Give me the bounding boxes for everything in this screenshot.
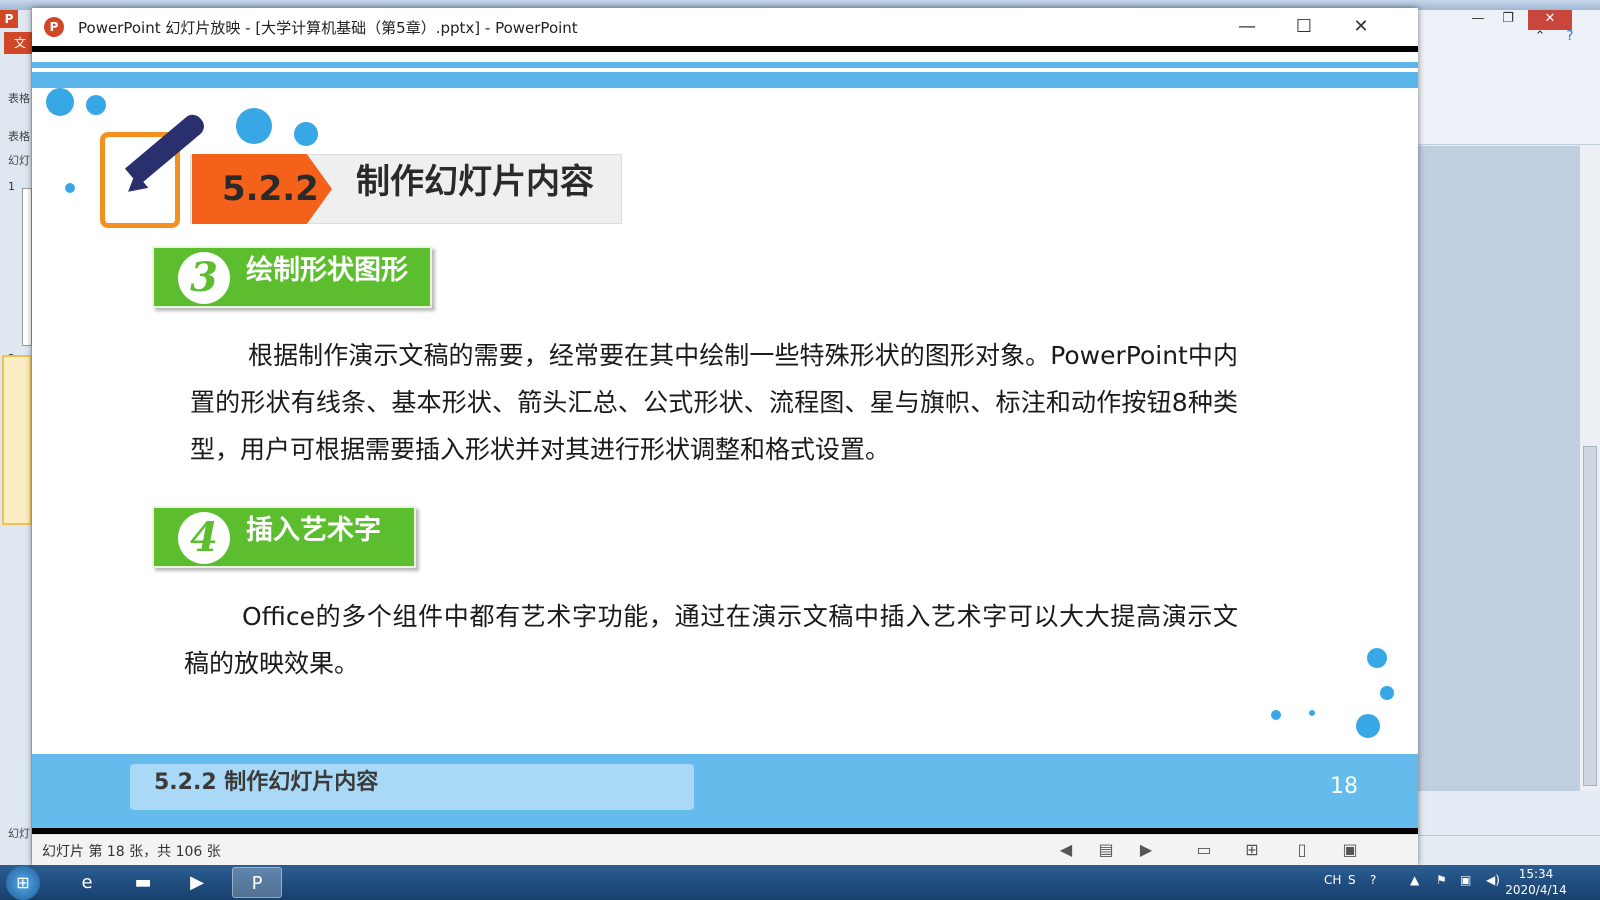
slide-thumbnail-selected[interactable] xyxy=(2,355,32,525)
powerpoint-taskbar-icon[interactable]: P xyxy=(232,867,282,898)
slide[interactable]: 5.2.2 制作幻灯片内容 3 绘制形状图形 根据制作演示文稿的需要，经常要在其… xyxy=(32,52,1418,828)
heading-title: 制作幻灯片内容 xyxy=(356,162,594,202)
slide-top-stripe xyxy=(32,62,1418,68)
editor-canvas xyxy=(1418,146,1580,791)
section-label: 插入艺术字 xyxy=(246,515,381,546)
powerpoint-app-icon: P xyxy=(0,10,18,28)
slideshow-view-icon[interactable]: ▣ xyxy=(1338,839,1362,861)
maximize-button[interactable]: ☐ xyxy=(1282,12,1326,42)
heading-number: 5.2.2 xyxy=(192,154,332,224)
menu-icon[interactable]: ▤ xyxy=(1094,839,1118,861)
editor-statusbar xyxy=(1418,835,1600,865)
section-badge-shapes: 3 绘制形状图形 xyxy=(152,246,432,308)
ime-icon[interactable]: S xyxy=(1348,873,1356,887)
file-tab[interactable]: 文件 xyxy=(4,32,32,54)
title-bar: P PowerPoint 幻灯片放映 - [大学计算机基础（第5章）.pptx]… xyxy=(32,8,1418,46)
section-badge-wordart: 4 插入艺术字 xyxy=(152,506,416,568)
minimize-button[interactable]: — xyxy=(1225,12,1269,42)
thumbnail-number: 1 xyxy=(8,180,15,193)
slide-footer: 5.2.2 制作幻灯片内容 18 xyxy=(32,754,1418,828)
start-button[interactable]: ⊞ xyxy=(6,866,40,900)
action-center-icon[interactable]: ⚑ xyxy=(1436,873,1447,887)
next-slide-icon[interactable]: ▶ xyxy=(1134,839,1158,861)
collapse-ribbon-icon[interactable]: ⌃ xyxy=(1526,28,1554,48)
help-icon[interactable]: ? xyxy=(1556,28,1584,48)
decor-dot xyxy=(65,183,75,193)
reading-view-icon[interactable]: ▯ xyxy=(1290,839,1314,861)
ribbon-group-label: 表格 xyxy=(8,130,30,143)
decor-dot xyxy=(1367,648,1387,668)
normal-view-icon[interactable]: ▭ xyxy=(1192,839,1216,861)
editor-close-button[interactable]: ✕ xyxy=(1528,10,1572,30)
paragraph-shapes: 根据制作演示文稿的需要，经常要在其中绘制一些特殊形状的图形对象。PowerPoi… xyxy=(190,341,1238,464)
decor-dot xyxy=(1271,710,1281,720)
slide-thumbnail[interactable] xyxy=(22,188,32,346)
clock[interactable]: 15:34 2020/4/14 xyxy=(1496,866,1576,898)
editor-restore-button[interactable]: ❐ xyxy=(1494,10,1522,30)
input-language[interactable]: CH xyxy=(1324,873,1341,887)
powerpoint-icon: P xyxy=(44,17,64,37)
editor-left-panel: P 文件 表格 表格 幻灯 1 2 幻灯 xyxy=(0,10,32,865)
folder-taskbar-icon[interactable]: ▬ xyxy=(118,867,168,898)
decor-dot xyxy=(1309,710,1315,716)
slide-sorter-icon[interactable]: ⊞ xyxy=(1240,839,1264,861)
editor-vertical-scrollbar[interactable] xyxy=(1580,146,1600,791)
taskbar: ⊞ e ▬ ▶ P CH S ? ▲ ⚑ ▣ ◀) 15:34 2020/4/1… xyxy=(0,865,1600,900)
slideshow-window: P PowerPoint 幻灯片放映 - [大学计算机基础（第5章）.pptx]… xyxy=(32,8,1418,865)
show-hidden-icons[interactable]: ▲ xyxy=(1410,873,1419,887)
decor-dot xyxy=(236,108,272,144)
network-icon[interactable]: ▣ xyxy=(1460,873,1471,887)
media-player-taskbar-icon[interactable]: ▶ xyxy=(172,867,222,898)
decor-dot xyxy=(294,122,318,146)
section-number-circle: 3 xyxy=(178,252,230,304)
clock-date: 2020/4/14 xyxy=(1505,883,1567,897)
section-number-circle: 4 xyxy=(178,512,230,564)
slide-counter: 幻灯片 第 18 张，共 106 张 xyxy=(42,844,221,860)
paragraph-wordart: Office的多个组件中都有艺术字功能，通过在演示文稿中插入艺术字可以大大提高演… xyxy=(184,602,1238,678)
window-title: PowerPoint 幻灯片放映 - [大学计算机基础（第5章）.pptx] -… xyxy=(78,19,578,37)
decor-dot xyxy=(46,88,74,116)
ribbon-label: 表格 xyxy=(8,92,30,105)
clock-time: 15:34 xyxy=(1518,867,1554,881)
previous-slide-icon[interactable]: ◀ xyxy=(1054,839,1078,861)
editor-right-area: — ❐ ✕ ⌃ ? xyxy=(1418,10,1600,865)
status-label: 幻灯 xyxy=(8,827,30,840)
help-tray-icon[interactable]: ? xyxy=(1370,873,1376,887)
slideshow-statusbar: 幻灯片 第 18 张，共 106 张 ◀ ▤ ▶ ▭ ⊞ ▯ ▣ xyxy=(32,834,1418,865)
browser-taskbar-icon[interactable]: e xyxy=(62,867,112,898)
section-label: 绘制形状图形 xyxy=(246,255,408,286)
footer-title: 5.2.2 制作幻灯片内容 xyxy=(154,770,379,795)
slides-panel-label: 幻灯 xyxy=(8,154,30,167)
editor-minimize-button[interactable]: — xyxy=(1464,10,1492,30)
decor-dot xyxy=(1356,714,1380,738)
page-number: 18 xyxy=(1330,774,1358,799)
decor-dot xyxy=(86,95,106,115)
scrollbar-thumb[interactable] xyxy=(1583,446,1597,786)
slide-top-band xyxy=(32,72,1418,88)
decor-dot xyxy=(1380,686,1394,700)
close-button[interactable]: ✕ xyxy=(1339,12,1383,42)
